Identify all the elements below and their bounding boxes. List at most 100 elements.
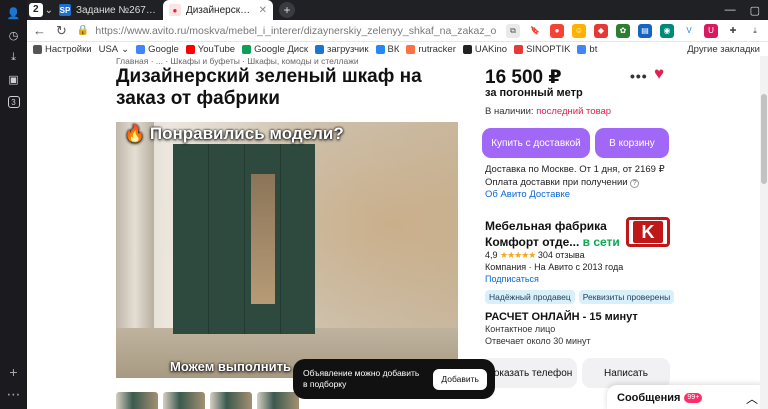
seller-logo[interactable]: K (626, 217, 670, 247)
listing-photo[interactable]: 🔥 Понравились модели? Можем выполнить (116, 122, 458, 378)
avito-delivery-link[interactable]: Об Авито Доставке (485, 189, 570, 200)
side-rail: 👤 ◷ ⤓ ▣ 3 + ⋯ (0, 0, 27, 409)
thumbnail[interactable] (116, 392, 158, 409)
extension-v-icon[interactable]: V (682, 23, 696, 38)
bookmark-item[interactable]: rutracker (406, 44, 456, 55)
url-field[interactable]: 🔒 https://www.avito.ru/moskva/mebel_i_in… (77, 25, 496, 37)
toast-add-button[interactable]: Добавить (433, 368, 487, 390)
bookmark-item[interactable]: Google (136, 44, 179, 55)
chevron-down-icon: ⌄ (44, 4, 53, 16)
bookmark-item[interactable]: ВК (375, 44, 399, 55)
photo-thumbnails (116, 392, 299, 409)
bookmark-item[interactable]: Google Диск (242, 44, 308, 55)
seller-badges: Надёжный продавец Реквизиты проверены (485, 290, 675, 304)
sinoptik-icon (514, 44, 524, 54)
extension-box-icon[interactable]: ◆ (594, 23, 608, 38)
youtube-icon (185, 44, 195, 54)
messages-panel[interactable]: Сообщения 99+ ︿ (607, 385, 768, 409)
download-icon[interactable]: ⤓ (748, 23, 762, 38)
gear-icon (33, 44, 42, 54)
messages-count-badge: 99+ (684, 393, 703, 403)
other-bookmarks[interactable]: Другие закладки (687, 44, 768, 55)
bookmark-item[interactable]: bt (577, 44, 597, 55)
bookmark-item[interactable]: загрузчик (315, 44, 369, 55)
photo-caption-top: 🔥 Понравились модели? (124, 124, 344, 143)
history-icon[interactable]: ◷ (5, 26, 23, 44)
extension-teal-icon[interactable]: ◉ (660, 23, 674, 38)
online-status: в сети (582, 235, 620, 249)
translate-icon[interactable]: ⧉ (506, 23, 520, 38)
toolbar-icons: ⧉ 🔖 ● ☺ ◆ ✿ ▤ ◉ V U ✚ ⤓ (506, 23, 762, 38)
google-icon (577, 44, 587, 54)
extension-face-icon[interactable]: ☺ (572, 23, 586, 38)
back-icon[interactable]: ← (33, 23, 46, 38)
add-to-cart-button[interactable]: В корзину (595, 128, 669, 158)
breadcrumb[interactable]: Главная · ... · Шкафы и буфеты · Шкафы, … (116, 56, 359, 66)
tab-avito[interactable]: ● Дизайнерский зеленый ✕ (162, 0, 273, 20)
close-tab-icon[interactable]: ✕ (259, 5, 267, 16)
status-badge[interactable]: Реквизиты проверены (578, 290, 675, 304)
url-text: https://www.avito.ru/moskva/mebel_i_inte… (95, 24, 496, 37)
price: 16 500 ₽ (485, 67, 562, 88)
scrollbar[interactable] (760, 56, 768, 409)
downloads-icon[interactable]: ⤓ (5, 48, 23, 66)
window-controls: — ▢ (725, 4, 768, 17)
download-site-icon (315, 44, 325, 54)
collections-icon[interactable]: ▣ (5, 70, 23, 88)
photo-caption-bottom: Можем выполнить (170, 359, 291, 374)
contact-person: Контактное лицо (485, 324, 556, 334)
lock-icon: 🔒 (76, 25, 90, 36)
extension-green-icon[interactable]: ✿ (616, 23, 630, 38)
minimize-icon[interactable]: — (725, 4, 736, 17)
tab-task[interactable]: SP Задание №2674694 - про (53, 0, 163, 20)
favorite-heart-icon[interactable]: ♥ (654, 64, 664, 84)
show-phone-button[interactable]: Показать телефон (482, 358, 577, 388)
browser-window: 👤 ◷ ⤓ ▣ 3 + ⋯ 2 ⌄ SP Задание №2674694 - … (0, 0, 768, 409)
bookmark-item[interactable]: YouTube (185, 44, 235, 55)
more-options-icon[interactable]: ••• (630, 68, 648, 84)
chevron-up-icon[interactable]: ︿ (746, 390, 758, 407)
google-drive-icon (242, 44, 252, 54)
scrollbar-thumb[interactable] (761, 94, 767, 184)
status-badge[interactable]: Надёжный продавец (485, 290, 575, 304)
seller-name[interactable]: Мебельная фабрика Комфорт отде... в сети (485, 218, 625, 250)
bookmark-item[interactable]: Настройки (33, 44, 92, 55)
seller-rating[interactable]: 4,9 ★★★★★ 304 отзыва (485, 250, 585, 261)
extension-blue-icon[interactable]: ▤ (638, 23, 652, 38)
rating-stars-icon: ★★★★★ (500, 250, 536, 260)
new-tab-button[interactable]: + (278, 2, 295, 18)
stock-status: В наличии: последний товар (485, 106, 612, 117)
reload-icon[interactable]: ↻ (56, 23, 67, 39)
thumbnail[interactable] (210, 392, 252, 409)
extension-u-icon[interactable]: U (704, 23, 718, 38)
seller-tagline: РАСЧЕТ ОНЛАЙН - 15 минут (485, 311, 638, 323)
bookmark-item[interactable]: USA ⌄ (99, 44, 130, 55)
help-icon[interactable]: ? (630, 179, 640, 188)
bookmark-icon[interactable]: 🔖 (528, 23, 542, 38)
vk-icon (375, 44, 385, 54)
bookmark-item[interactable]: SINOPTIK (514, 44, 570, 55)
maximize-icon[interactable]: ▢ (750, 4, 760, 17)
tab-counter[interactable]: 2 ⌄ (29, 3, 53, 17)
profile-icon[interactable]: 👤 (5, 4, 23, 22)
subscribe-link[interactable]: Подписаться (485, 274, 539, 284)
price-unit: за погонный метр (485, 87, 583, 99)
chevron-down-icon: ⌄ (121, 43, 130, 55)
address-bar: ← ↻ 🔒 https://www.avito.ru/moskva/mebel_… (27, 20, 768, 42)
extension-red-icon[interactable]: ● (550, 23, 564, 38)
thumbnail[interactable] (257, 392, 299, 409)
extensions-puzzle-icon[interactable]: ✚ (726, 23, 740, 38)
workspace-icon[interactable]: 3 (7, 96, 20, 108)
toast-notification: Объявление можно добавить в подборку Доб… (293, 359, 495, 399)
thumbnail[interactable] (163, 392, 205, 409)
panel-settings-icon[interactable]: ⋯ (7, 386, 21, 403)
write-message-button[interactable]: Написать (582, 358, 670, 388)
avito-favicon-icon: ● (168, 4, 181, 16)
buy-with-delivery-button[interactable]: Купить с доставкой (482, 128, 590, 158)
google-icon (136, 44, 146, 54)
avito-listing-page: Главная · ... · Шкафы и буфеты · Шкафы, … (27, 56, 768, 409)
tab-bar: 2 ⌄ SP Задание №2674694 - про ● Дизайнер… (27, 0, 768, 20)
add-panel-icon[interactable]: + (9, 364, 17, 380)
bookmark-item[interactable]: UAKino (462, 44, 507, 55)
wardrobe-image (173, 144, 315, 334)
